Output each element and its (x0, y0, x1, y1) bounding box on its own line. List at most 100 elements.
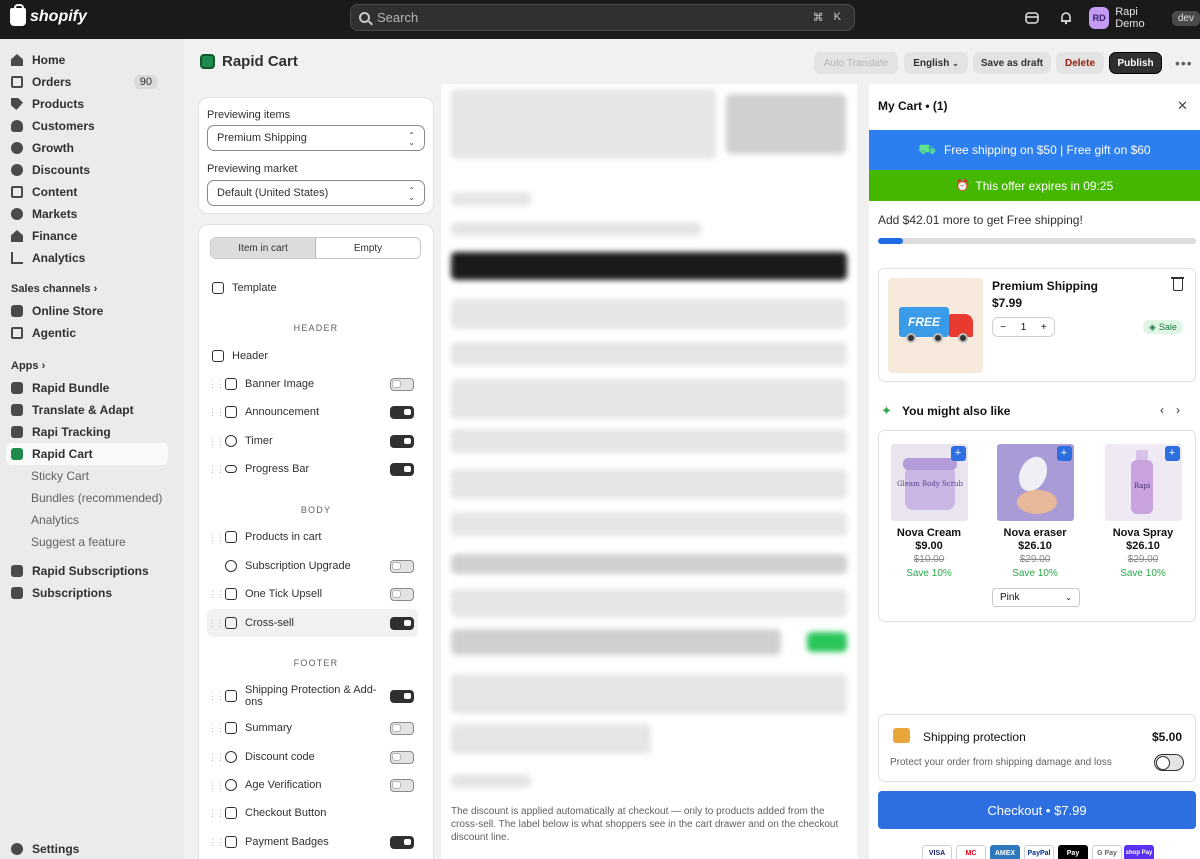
sidebar-item-customers[interactable]: Customers (6, 115, 168, 137)
product-image[interactable]: + (996, 444, 1074, 521)
sidebar-item-growth[interactable]: Growth (6, 137, 168, 159)
sidebar-item-rapid-cart[interactable]: Rapid Cart (6, 443, 168, 465)
subscription-upgrade-toggle[interactable] (390, 559, 414, 573)
previewing-market-select[interactable]: Default (United States) ⌃ ⌄ (207, 180, 425, 206)
delete-button[interactable]: Delete (1056, 52, 1104, 74)
bell-icon[interactable] (1058, 11, 1074, 27)
drag-handle-icon[interactable]: ⋮⋮ (207, 618, 225, 629)
header-row[interactable]: Header (207, 343, 418, 369)
variant-select[interactable]: Pink ⌄ (992, 588, 1080, 607)
sidebar-item-content[interactable]: Content (6, 181, 168, 203)
age-verification-toggle[interactable] (390, 778, 414, 792)
sidebar-item-markets[interactable]: Markets (6, 203, 168, 225)
seg-empty[interactable]: Empty (316, 238, 420, 258)
apps-heading[interactable]: Apps › (11, 360, 45, 372)
drag-handle-icon[interactable]: ⋮⋮ (207, 691, 225, 702)
row-cross-sell[interactable]: ⋮⋮ Cross-sell (207, 609, 418, 637)
row-summary[interactable]: ⋮⋮ Summary (207, 715, 418, 741)
row-payment-badges[interactable]: ⋮⋮ Payment Badges (207, 829, 418, 855)
sidebar-item-online-store[interactable]: Online Store (6, 300, 168, 322)
shipping-protection-toggle[interactable] (390, 689, 414, 703)
chevron-right-icon[interactable]: › (1176, 403, 1192, 417)
product-image[interactable]: Gleam Body Scrub + (890, 444, 968, 521)
sales-channels-heading[interactable]: Sales channels › (11, 283, 97, 295)
sidebar-subitem-bundles[interactable]: Bundles (recommended) (6, 487, 168, 509)
discount-code-toggle[interactable] (390, 750, 414, 764)
cross-sell-toggle[interactable] (390, 616, 414, 630)
seg-item-in-cart[interactable]: Item in cart (211, 238, 316, 258)
row-discount-code[interactable]: ⋮⋮ Discount code (207, 744, 418, 770)
row-announcement[interactable]: ⋮⋮ Announcement (207, 399, 418, 425)
drag-handle-icon[interactable]: ⋮⋮ (207, 464, 225, 475)
shipping-protection-switch[interactable] (1154, 754, 1184, 771)
one-tick-upsell-toggle[interactable] (390, 587, 414, 601)
minus-button[interactable]: − (1000, 322, 1006, 333)
add-to-cart-plus-button[interactable]: + (1164, 446, 1180, 461)
announcement-toggle[interactable] (390, 405, 414, 419)
template-row[interactable]: Template (207, 275, 418, 301)
row-products-in-cart[interactable]: ⋮⋮ Products in cart (207, 524, 418, 550)
drag-handle-icon[interactable]: ⋮⋮ (207, 379, 225, 390)
checkout-button[interactable]: Checkout • $7.99 (878, 791, 1196, 829)
user-menu[interactable]: RD Rapi Demo dev (1089, 6, 1200, 30)
auto-translate-button[interactable]: Auto Translate (814, 52, 898, 74)
drag-handle-icon[interactable]: ⋮⋮ (207, 752, 225, 763)
payment-badges-toggle[interactable] (390, 835, 414, 849)
sidebar-item-agentic[interactable]: Agentic (6, 322, 168, 344)
close-icon[interactable]: ✕ (1177, 98, 1188, 114)
sidebar-subitem-analytics[interactable]: Analytics (6, 509, 168, 531)
drag-handle-icon[interactable]: ⋮⋮ (207, 436, 225, 447)
row-one-tick-upsell[interactable]: ⋮⋮ One Tick Upsell (207, 581, 418, 607)
sidebar-item-subscriptions[interactable]: Subscriptions (6, 582, 168, 604)
previewing-items-select[interactable]: Premium Shipping ⌃ ⌄ (207, 125, 425, 151)
add-to-cart-plus-button[interactable]: + (950, 446, 966, 461)
progress-bar-toggle[interactable] (390, 462, 414, 476)
summary-toggle[interactable] (390, 721, 414, 735)
upsell-product-name[interactable]: Nova eraser (990, 527, 1080, 539)
publish-button[interactable]: Publish (1109, 52, 1162, 74)
save-draft-button[interactable]: Save as draft (973, 52, 1051, 74)
sidebar-item-home[interactable]: Home (6, 49, 168, 71)
more-actions-icon[interactable]: ••• (1175, 55, 1193, 71)
row-progress-bar[interactable]: ⋮⋮ Progress Bar (207, 456, 418, 482)
chevron-left-icon[interactable]: ‹ (1160, 403, 1176, 417)
trash-icon[interactable] (1171, 277, 1184, 291)
search-bar[interactable]: Search ⌘ K (350, 4, 855, 31)
product-image[interactable]: Rapi + (1104, 444, 1182, 521)
sidebar-item-rapid-bundle[interactable]: Rapid Bundle (6, 377, 168, 399)
sidebar-item-finance[interactable]: Finance (6, 225, 168, 247)
sidebar-subitem-suggest-feature[interactable]: Suggest a feature (6, 531, 168, 553)
drag-handle-icon[interactable]: ⋮⋮ (207, 407, 225, 418)
upsell-product-name[interactable]: Nova Spray (1098, 527, 1188, 539)
quantity-value[interactable]: 1 (1021, 322, 1027, 333)
drag-handle-icon[interactable]: ⋮⋮ (207, 808, 225, 819)
sidebar-item-translate-adapt[interactable]: Translate & Adapt (6, 399, 168, 421)
upsell-product-name[interactable]: Nova Cream (884, 527, 974, 539)
drag-handle-icon[interactable]: ⋮⋮ (207, 723, 225, 734)
row-shipping-protection[interactable]: ⋮⋮ Shipping Protection & Add-ons (207, 681, 418, 711)
sidebar-item-settings[interactable]: Settings (6, 838, 168, 859)
row-subscription-upgrade[interactable]: ⋮⋮Subscription Upgrade (207, 553, 418, 579)
row-timer[interactable]: ⋮⋮ Timer (207, 428, 418, 454)
row-age-verification[interactable]: ⋮⋮ Age Verification (207, 772, 418, 798)
sidebar-item-rapid-subscriptions[interactable]: Rapid Subscriptions (6, 560, 168, 582)
line-item-name[interactable]: Premium Shipping (992, 279, 1098, 293)
store-switch-icon[interactable] (1024, 11, 1040, 27)
sidebar-item-discounts[interactable]: Discounts (6, 159, 168, 181)
sidebar-item-rapi-tracking[interactable]: Rapi Tracking (6, 421, 168, 443)
row-banner-image[interactable]: ⋮⋮ Banner Image (207, 371, 418, 397)
shopify-logo[interactable]: shopify (10, 4, 87, 26)
timer-toggle[interactable] (390, 434, 414, 448)
sidebar-item-products[interactable]: Products (6, 93, 168, 115)
drag-handle-icon[interactable]: ⋮⋮ (207, 837, 225, 848)
add-to-cart-plus-button[interactable]: + (1056, 446, 1072, 461)
plus-button[interactable]: + (1041, 322, 1047, 333)
drag-handle-icon[interactable]: ⋮⋮ (207, 589, 225, 600)
sidebar-item-analytics[interactable]: Analytics (6, 247, 168, 269)
drag-handle-icon[interactable]: ⋮⋮ (207, 780, 225, 791)
row-checkout-button[interactable]: ⋮⋮ Checkout Button (207, 800, 418, 826)
language-select[interactable]: English ⌄ (904, 52, 968, 74)
sidebar-subitem-sticky-cart[interactable]: Sticky Cart (6, 465, 168, 487)
sidebar-item-orders[interactable]: Orders 90 (6, 71, 168, 93)
drag-handle-icon[interactable]: ⋮⋮ (207, 532, 225, 543)
